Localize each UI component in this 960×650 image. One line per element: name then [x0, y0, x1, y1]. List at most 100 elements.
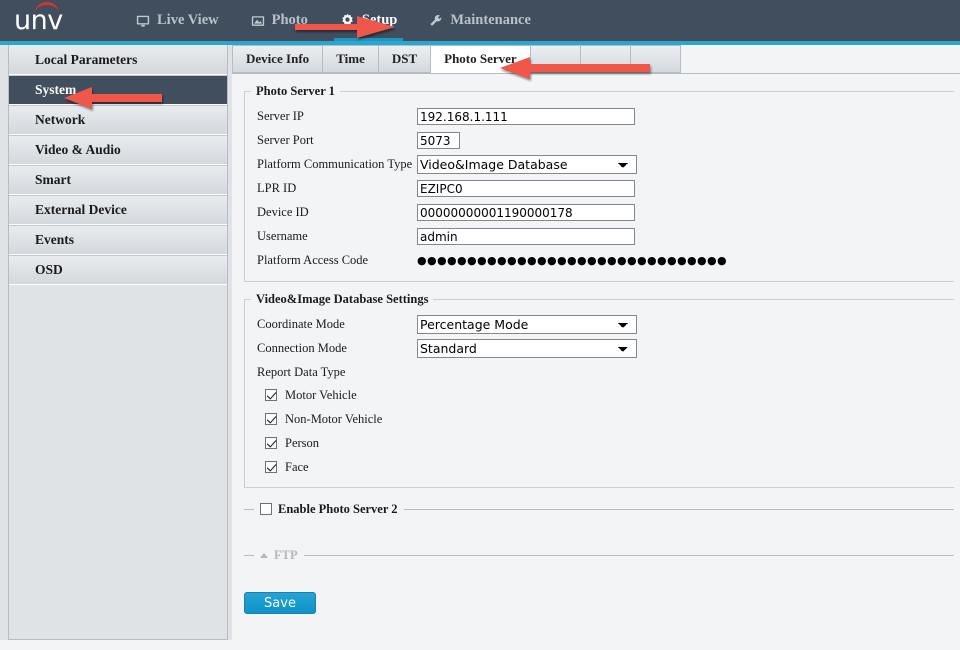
non-motor-vehicle-checkbox[interactable]	[265, 413, 277, 425]
coordinate-mode-label: Coordinate Mode	[257, 317, 345, 331]
database-settings-fieldset: Video&Image Database Settings Coordinate…	[244, 292, 954, 488]
monitor-icon	[136, 14, 150, 28]
sidebar: Local Parameters System Network Video & …	[8, 45, 228, 640]
sidebar-list: Local Parameters System Network Video & …	[9, 45, 227, 285]
main-nav: Live View Photo Setup Maintenance	[120, 0, 547, 41]
platform-communication-type-select[interactable]: Video&Image Database	[417, 155, 637, 174]
platform-communication-type-label: Platform Communication Type	[257, 157, 413, 171]
section-rule	[403, 508, 954, 510]
tab-photo-server[interactable]: Photo Server	[431, 45, 531, 73]
lpr-id-input[interactable]	[417, 180, 635, 197]
sidebar-item-label: System	[35, 82, 77, 97]
sidebar-item-system[interactable]: System	[9, 75, 227, 105]
sidebar-item-osd[interactable]: OSD	[9, 255, 227, 285]
sidebar-item-label: External Device	[35, 202, 127, 217]
ftp-section: FTP	[244, 546, 954, 564]
sidebar-item-local-parameters[interactable]: Local Parameters	[9, 45, 227, 75]
nav-item-photo[interactable]: Photo	[235, 0, 324, 41]
photo-server-1-fieldset: Photo Server 1 Server IP Server Port Pla…	[244, 84, 954, 282]
report-data-type-label: Report Data Type	[257, 364, 346, 379]
sidebar-item-label: Events	[35, 232, 75, 247]
app-header: unv Live View Photo Setup Maintenance	[0, 0, 960, 41]
page-body: Local Parameters System Network Video & …	[0, 45, 960, 650]
sidebar-item-label: Network	[35, 112, 86, 127]
tab-obscured-1[interactable]	[530, 45, 581, 73]
section-dash	[244, 554, 254, 556]
section-rule	[303, 554, 954, 556]
server-ip-label: Server IP	[257, 109, 304, 123]
tab-device-info[interactable]: Device Info	[232, 45, 324, 73]
sidebar-item-label: Smart	[35, 172, 71, 187]
sidebar-item-external-device[interactable]: External Device	[9, 195, 227, 225]
sidebar-item-smart[interactable]: Smart	[9, 165, 227, 195]
platform-access-code-label: Platform Access Code	[257, 253, 369, 267]
server-port-input[interactable]	[417, 132, 460, 149]
nav-label: Photo	[271, 12, 308, 28]
tab-dst[interactable]: DST	[378, 45, 432, 73]
motor-vehicle-checkbox[interactable]	[265, 389, 277, 401]
enable-photo-server-2-checkbox[interactable]	[260, 503, 272, 515]
username-input[interactable]	[417, 228, 635, 245]
platform-access-code-input[interactable]: ●●●●●●●●●●●●●●●●●●●●●●●●●●●●●●●	[417, 253, 727, 268]
enable-photo-server-2-label: Enable Photo Server 2	[278, 501, 398, 516]
save-area: Save	[244, 592, 960, 614]
sidebar-item-network[interactable]: Network	[9, 105, 227, 135]
tab-time[interactable]: Time	[323, 45, 379, 73]
tab-obscured-3[interactable]	[630, 45, 681, 73]
non-motor-vehicle-label: Non-Motor Vehicle	[285, 411, 383, 426]
field-row-device-id: Device ID	[245, 201, 954, 224]
field-row-coordinate-mode: Coordinate Mode Percentage Mode	[245, 313, 954, 336]
sidebar-item-label: Video & Audio	[35, 142, 121, 157]
photo-server-1-legend: Photo Server 1	[256, 84, 335, 98]
person-checkbox[interactable]	[265, 437, 277, 449]
main-panel: Device Info Time DST Photo Server Photo …	[232, 45, 960, 650]
wrench-icon	[429, 14, 443, 28]
ftp-label: FTP	[274, 547, 298, 562]
nav-item-maintenance[interactable]: Maintenance	[413, 0, 547, 41]
username-label: Username	[257, 229, 308, 243]
tab-label: Time	[336, 51, 365, 66]
device-id-input[interactable]	[417, 204, 635, 221]
field-row-platform-access-code: Platform Access Code ●●●●●●●●●●●●●●●●●●●…	[245, 249, 954, 272]
field-row-server-port: Server Port	[245, 129, 954, 152]
tab-content-photo-server: Photo Server 1 Server IP Server Port Pla…	[232, 84, 960, 650]
chevron-up-icon[interactable]	[260, 552, 268, 558]
photo-icon	[251, 14, 265, 28]
save-button[interactable]: Save	[244, 592, 316, 614]
sidebar-item-events[interactable]: Events	[9, 225, 227, 255]
server-port-label: Server Port	[257, 133, 314, 147]
field-row-connection-mode: Connection Mode Standard	[245, 337, 954, 360]
motor-vehicle-label: Motor Vehicle	[285, 387, 357, 402]
tab-label: Device Info	[246, 51, 310, 66]
field-row-username: Username	[245, 225, 954, 248]
nav-item-live-view[interactable]: Live View	[120, 0, 235, 41]
field-row-lpr-id: LPR ID	[245, 177, 954, 200]
checkbox-row-non-motor-vehicle: Non-Motor Vehicle	[245, 407, 954, 431]
gear-icon	[340, 13, 355, 28]
coordinate-mode-select[interactable]: Percentage Mode	[417, 315, 637, 334]
person-label: Person	[285, 435, 320, 450]
device-id-label: Device ID	[257, 205, 309, 219]
connection-mode-label: Connection Mode	[257, 341, 347, 355]
connection-mode-select[interactable]: Standard	[417, 339, 637, 358]
lpr-id-label: LPR ID	[257, 181, 297, 195]
field-row-server-ip: Server IP	[245, 105, 954, 128]
nav-label: Setup	[361, 12, 398, 28]
face-checkbox[interactable]	[265, 461, 277, 473]
sidebar-item-video-audio[interactable]: Video & Audio	[9, 135, 227, 165]
nav-item-setup[interactable]: Setup	[324, 0, 413, 41]
field-row-platform-communication-type: Platform Communication Type Video&Image …	[245, 153, 954, 176]
tab-bar: Device Info Time DST Photo Server	[232, 45, 960, 74]
unv-logo: unv	[0, 1, 120, 35]
tab-obscured-2[interactable]	[580, 45, 631, 73]
database-settings-legend: Video&Image Database Settings	[256, 292, 429, 306]
sidebar-item-label: OSD	[35, 262, 63, 277]
section-dash	[244, 508, 254, 510]
checkbox-row-face: Face	[245, 455, 954, 479]
checkbox-row-motor-vehicle: Motor Vehicle	[245, 383, 954, 407]
checkbox-row-person: Person	[245, 431, 954, 455]
sidebar-item-label: Local Parameters	[35, 51, 138, 67]
nav-label: Live View	[157, 12, 219, 28]
tab-label: Photo Server	[444, 51, 517, 66]
server-ip-input[interactable]	[417, 108, 635, 125]
